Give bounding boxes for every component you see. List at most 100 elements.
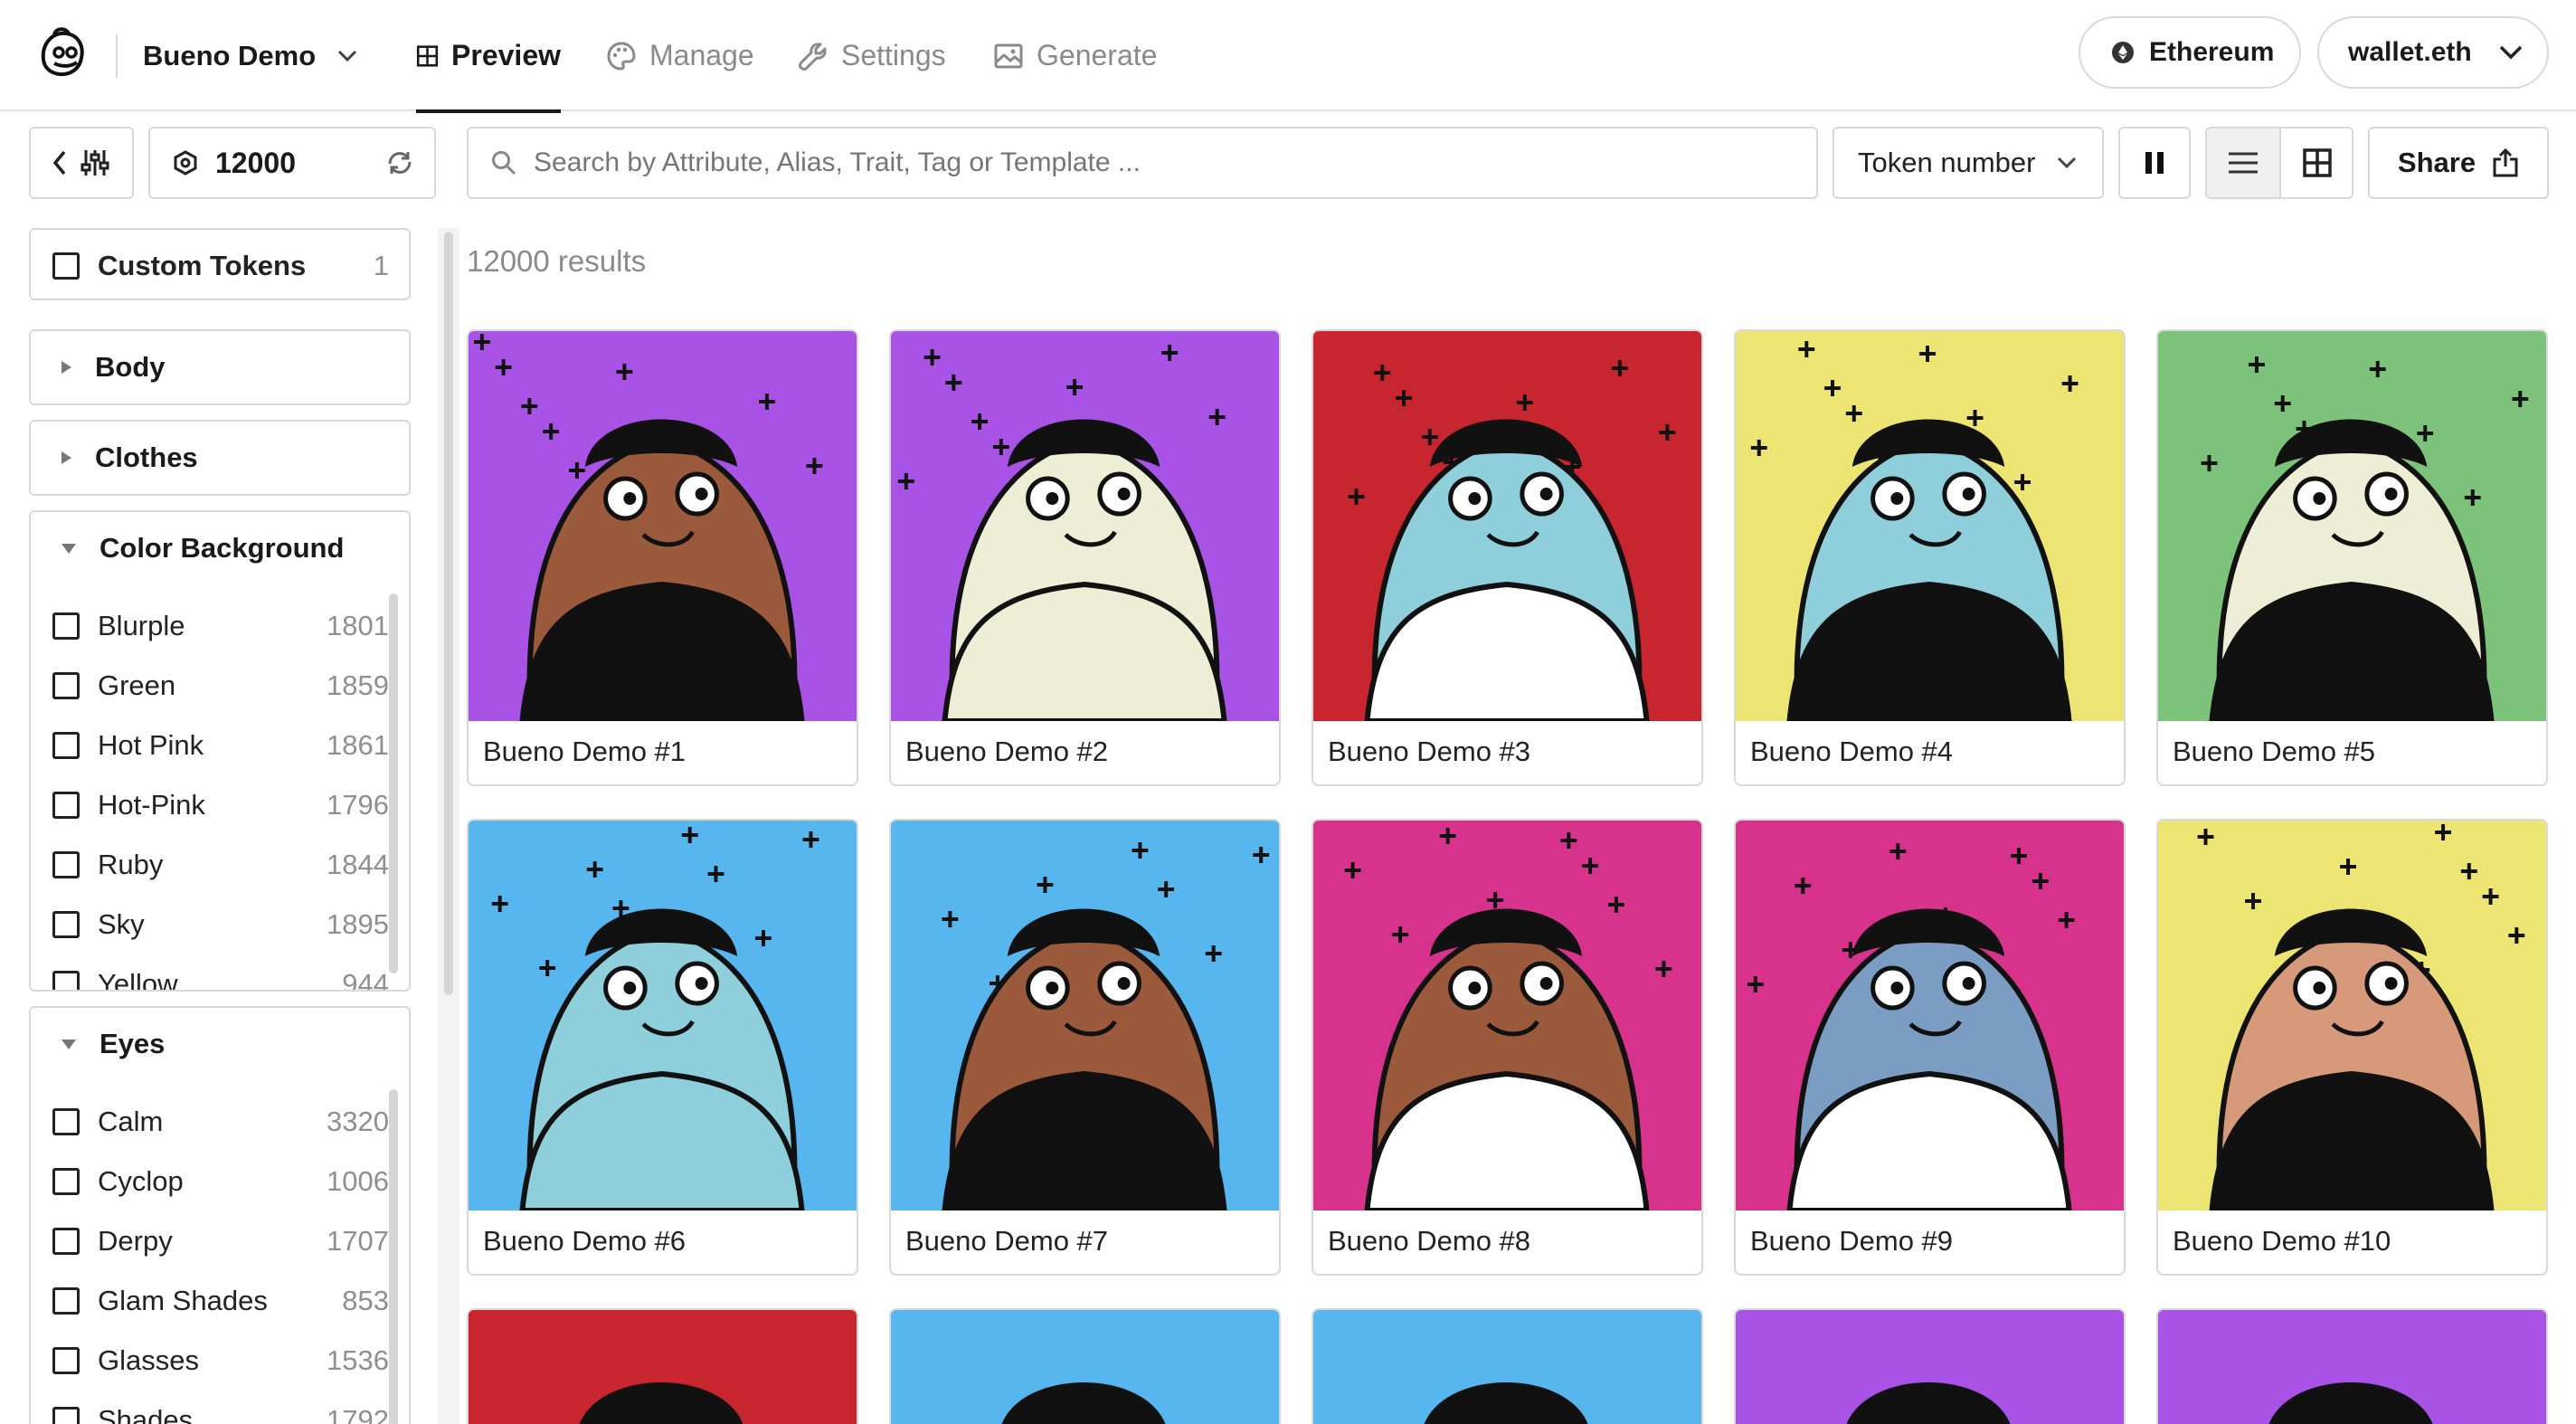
checkbox[interactable]	[52, 612, 80, 640]
token-card[interactable]: Bueno Demo #5	[2156, 329, 2548, 786]
token-title: Bueno Demo #4	[1750, 736, 1954, 767]
section-header[interactable]: Color Background	[31, 512, 409, 584]
grid-view-button[interactable]	[2281, 128, 2352, 197]
token-card[interactable]	[2156, 1308, 2548, 1424]
sidebar-scrollbar[interactable]	[444, 232, 453, 995]
app-logo-icon[interactable]	[34, 25, 90, 81]
checkbox[interactable]	[52, 1228, 80, 1255]
filter-option[interactable]: Yellow 944	[52, 966, 389, 990]
tab-preview[interactable]: Preview	[416, 0, 561, 113]
token-title: Bueno Demo #9	[1750, 1225, 1954, 1257]
token-card[interactable]	[1734, 1308, 2126, 1424]
share-button[interactable]: Share	[2368, 127, 2549, 199]
search-icon	[492, 151, 516, 176]
filter-section-clothes[interactable]: Clothes	[29, 420, 411, 496]
chevron-down-icon	[2499, 45, 2522, 60]
token-card[interactable]	[1312, 1308, 1703, 1424]
token-artwork	[1313, 1310, 1701, 1424]
filter-option[interactable]: Hot Pink 1861	[52, 727, 389, 764]
pause-icon	[2145, 152, 2164, 174]
filter-section-body[interactable]: Body	[29, 329, 411, 405]
checkbox[interactable]	[52, 1407, 80, 1424]
token-card[interactable]	[889, 1308, 1281, 1424]
tab-settings[interactable]: Settings	[798, 0, 946, 111]
token-artwork	[2158, 1310, 2546, 1424]
tab-generate[interactable]: Generate	[993, 0, 1157, 111]
checkbox[interactable]	[52, 1347, 80, 1374]
token-title: Bueno Demo #1	[483, 736, 687, 767]
filter-option[interactable]: Hot-Pink 1796	[52, 787, 389, 823]
checkbox[interactable]	[52, 1287, 80, 1315]
checkbox[interactable]	[52, 1168, 80, 1195]
token-artwork	[891, 1310, 1279, 1424]
search-input[interactable]	[534, 147, 1800, 178]
custom-tokens-filter[interactable]: Custom Tokens 1	[29, 228, 411, 300]
wallet-menu[interactable]: wallet.eth	[2317, 16, 2549, 89]
section-scrollbar[interactable]	[389, 1089, 398, 1424]
palette-icon	[607, 41, 636, 71]
token-title: Bueno Demo #3	[1328, 736, 1531, 767]
chevron-down-icon	[2058, 157, 2077, 169]
checkbox[interactable]	[52, 792, 80, 819]
pause-button[interactable]	[2118, 127, 2191, 199]
token-artwork	[1313, 821, 1701, 1210]
caret-down-icon	[62, 543, 76, 554]
token-artwork	[469, 821, 857, 1210]
sort-dropdown[interactable]: Token number	[1833, 127, 2104, 199]
token-artwork	[1313, 331, 1701, 721]
collection-size-field[interactable]: 12000	[148, 127, 436, 199]
token-artwork	[891, 821, 1279, 1210]
filter-option[interactable]: Green 1859	[52, 668, 389, 704]
token-card[interactable]: Bueno Demo #9	[1734, 819, 2126, 1276]
chevron-left-icon	[52, 150, 66, 176]
grid-icon	[416, 44, 439, 67]
filter-option[interactable]: Derpy 1707	[52, 1223, 389, 1259]
token-card[interactable]: Bueno Demo #2	[889, 329, 1281, 786]
token-card[interactable]	[467, 1308, 858, 1424]
token-card[interactable]: Bueno Demo #6	[467, 819, 858, 1276]
filter-option[interactable]: Blurple 1801	[52, 608, 389, 644]
filter-option[interactable]: Sky 1895	[52, 907, 389, 943]
header-divider	[116, 34, 118, 78]
filter-option[interactable]: Shades 1792	[52, 1402, 389, 1424]
token-artwork	[469, 331, 857, 721]
token-card[interactable]: Bueno Demo #10	[2156, 819, 2548, 1276]
token-artwork	[2158, 821, 2546, 1210]
project-selector[interactable]: Bueno Demo	[143, 31, 357, 81]
checkbox[interactable]	[52, 971, 80, 990]
token-card[interactable]: Bueno Demo #8	[1312, 819, 1703, 1276]
checkbox[interactable]	[52, 672, 80, 699]
filter-option[interactable]: Glam Shades 853	[52, 1283, 389, 1319]
token-card[interactable]: Bueno Demo #3	[1312, 329, 1703, 786]
token-card[interactable]: Bueno Demo #1	[467, 329, 858, 786]
network-selector[interactable]: Ethereum	[2079, 16, 2301, 89]
token-artwork	[1736, 331, 2124, 721]
checkbox[interactable]	[52, 732, 80, 759]
filter-option[interactable]: Calm 3320	[52, 1104, 389, 1140]
ethereum-icon	[2112, 42, 2134, 63]
collection-size-value: 12000	[215, 146, 296, 179]
project-name: Bueno Demo	[143, 40, 317, 71]
filter-option[interactable]: Glasses 1536	[52, 1343, 389, 1379]
checkbox[interactable]	[52, 1108, 80, 1135]
filter-option[interactable]: Ruby 1844	[52, 847, 389, 883]
list-view-button[interactable]	[2207, 128, 2279, 197]
grid-icon	[2303, 148, 2332, 177]
token-title: Bueno Demo #2	[905, 736, 1109, 767]
refresh-icon[interactable]	[385, 148, 414, 177]
results-count: 12000 results	[467, 244, 647, 278]
token-card[interactable]: Bueno Demo #4	[1734, 329, 2126, 786]
caret-down-icon	[62, 1039, 76, 1049]
wrench-icon	[799, 43, 827, 71]
token-card[interactable]: Bueno Demo #7	[889, 819, 1281, 1276]
checkbox[interactable]	[52, 911, 80, 938]
collapse-filters-button[interactable]	[29, 127, 134, 199]
tab-manage[interactable]: Manage	[606, 0, 754, 111]
section-header[interactable]: Eyes	[31, 1008, 409, 1080]
checkbox[interactable]	[52, 252, 80, 280]
filter-option[interactable]: Cyclop 1006	[52, 1163, 389, 1200]
filter-section-eyes: Eyes Calm 3320 Cyclop 1006 Derpy 1707 Glam …	[29, 1006, 411, 1424]
section-scrollbar[interactable]	[389, 593, 398, 973]
checkbox[interactable]	[52, 851, 80, 878]
search-bar[interactable]	[467, 127, 1818, 199]
